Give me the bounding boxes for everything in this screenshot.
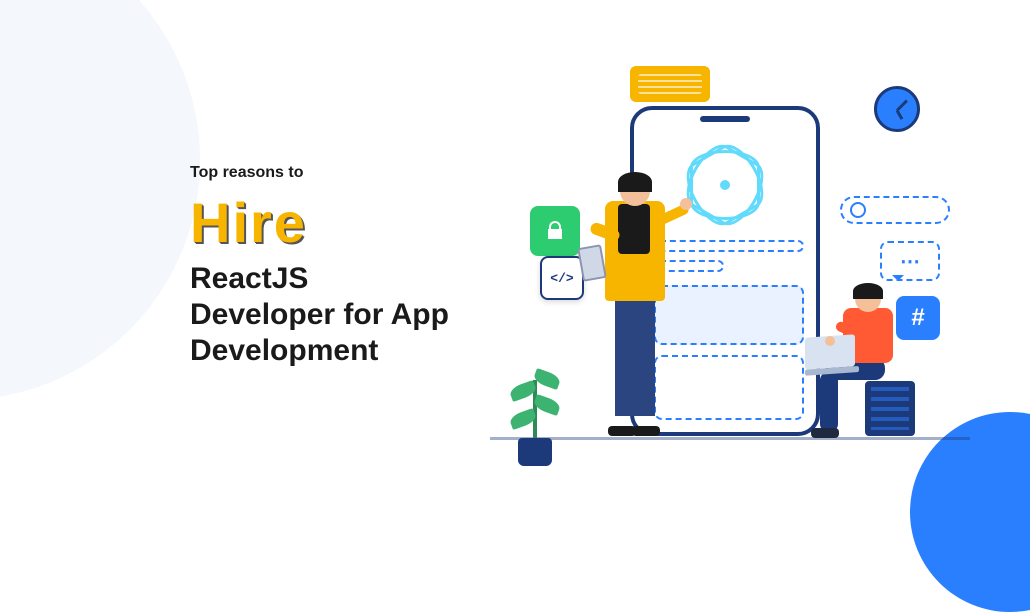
react-logo-icon [690,150,760,220]
sitting-developer-illustration [815,286,935,446]
subtitle-text: ReactJS Developer for App Development [190,261,450,369]
phone-notch [700,116,750,122]
search-pill-icon [840,196,950,224]
content-row: Top reasons to Hire ReactJS Developer fo… [0,0,1030,532]
plant-illustration [500,346,570,466]
hire-word: Hire [190,190,450,255]
chat-icon [880,241,940,281]
standing-developer-illustration [580,176,680,436]
hero-illustration: # </> [490,56,970,476]
document-icon [630,66,710,102]
code-tag-icon: </> [540,256,584,300]
kicker-text: Top reasons to [190,164,450,182]
headline-block: Top reasons to Hire ReactJS Developer fo… [190,164,450,369]
clock-icon [874,86,920,132]
lock-icon [530,206,580,256]
